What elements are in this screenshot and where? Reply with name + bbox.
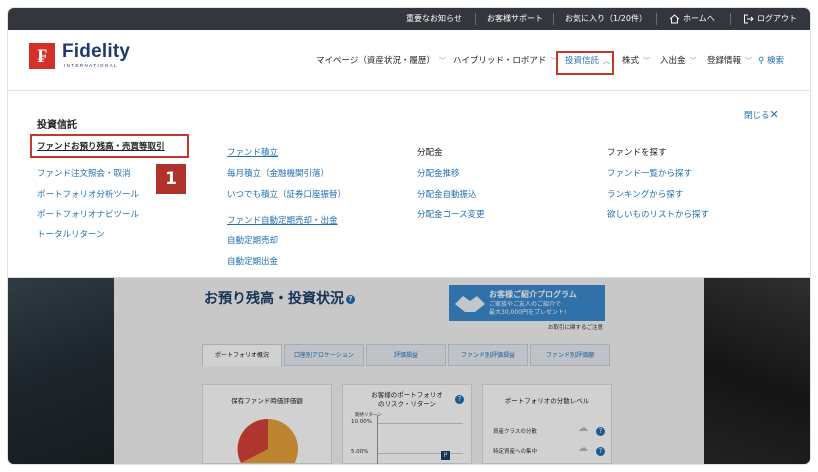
nav-hybrid-robo[interactable]: ハイブリッド・ロボアド ﹀ bbox=[453, 54, 557, 68]
nav-stocks[interactable]: 株式 ﹀ bbox=[622, 54, 650, 68]
favorites-link[interactable]: お気に入り（1/20件） bbox=[565, 8, 647, 30]
menu-link-distribution-transfer[interactable]: 分配金自動振込 bbox=[417, 188, 477, 200]
menu-link-total-return[interactable]: トータルリターン bbox=[37, 228, 105, 240]
menu-link-auto-withdraw[interactable]: 自動定期出金 bbox=[227, 255, 278, 267]
menu-link-ranking[interactable]: ランキングから探す bbox=[607, 188, 683, 200]
investment-trust-menu: 投資信託 閉じる✕ ファンドお預り残高・売買等取引 ファンド注文照会・取消 ポー… bbox=[8, 91, 810, 278]
logout-label: ログアウト bbox=[757, 14, 797, 23]
chevron-down-icon: ﹀ bbox=[689, 57, 697, 65]
search-icon: ⚲ bbox=[758, 56, 767, 66]
browser-frame: 重要なお知らせ お客様サポート お気に入り（1/20件） ホームへ ログアウト … bbox=[8, 8, 810, 464]
nav-label: 入出金 bbox=[660, 56, 686, 66]
home-label: ホームへ bbox=[683, 14, 715, 23]
chevron-down-icon: ﹀ bbox=[643, 57, 651, 65]
chevron-down-icon: ﹀ bbox=[438, 57, 446, 65]
dim-overlay[interactable] bbox=[8, 278, 810, 464]
important-notice-link[interactable]: 重要なお知らせ bbox=[406, 8, 462, 30]
nav-registration[interactable]: 登録情報 ﹀ bbox=[707, 54, 752, 68]
menu-link-order-inquiry[interactable]: ファンド注文照会・取消 bbox=[37, 167, 131, 179]
close-button[interactable]: 閉じる✕ bbox=[744, 108, 779, 121]
main-header: ₣ Fidelity INTERNATIONAL マイページ（資産状況・履歴） ﹀… bbox=[8, 30, 810, 91]
panel-title: 投資信託 bbox=[37, 120, 77, 131]
menu-link-monthly-accumulation[interactable]: 毎月積立（金融機関引落） bbox=[227, 167, 329, 179]
close-icon: ✕ bbox=[769, 108, 779, 121]
nav-label: 登録情報 bbox=[707, 56, 742, 66]
brand-sub: INTERNATIONAL bbox=[64, 63, 118, 68]
home-link[interactable]: ホームへ bbox=[669, 8, 715, 30]
chevron-down-icon: ﹀ bbox=[745, 57, 753, 65]
logout-icon bbox=[744, 14, 754, 23]
nav-deposit-withdraw[interactable]: 入出金 ﹀ bbox=[660, 54, 697, 68]
nav-label: マイページ（資産状況・履歴） bbox=[316, 56, 435, 66]
menu-head-distribution: 分配金 bbox=[417, 148, 443, 158]
menu-link-anytime-accumulation[interactable]: いつでも積立（証券口座振替） bbox=[227, 188, 346, 200]
nav-search[interactable]: ⚲ 検索 bbox=[758, 54, 784, 68]
active-nav-highlight bbox=[556, 51, 614, 75]
divider bbox=[553, 13, 554, 25]
menu-head-auto-sell-withdraw[interactable]: ファンド自動定期売却・出金 bbox=[227, 214, 338, 226]
divider bbox=[730, 13, 731, 25]
menu-link-distribution-history[interactable]: 分配金推移 bbox=[417, 167, 460, 179]
utility-bar: 重要なお知らせ お客様サポート お気に入り（1/20件） ホームへ ログアウト bbox=[8, 8, 810, 30]
menu-link-fund-list[interactable]: ファンド一覧から探す bbox=[607, 167, 692, 179]
menu-link-portfolio-analysis[interactable]: ポートフォリオ分析ツール bbox=[37, 188, 139, 200]
menu-head-fund-accumulation[interactable]: ファンド積立 bbox=[227, 146, 278, 158]
menu-link-wishlist[interactable]: 欲しいものリストから探す bbox=[607, 208, 709, 220]
nav-mypage[interactable]: マイページ（資産状況・履歴） ﹀ bbox=[316, 54, 446, 68]
divider bbox=[656, 13, 657, 25]
menu-link-distribution-course[interactable]: 分配金コース変更 bbox=[417, 208, 485, 220]
fidelity-logo-icon[interactable]: ₣ bbox=[29, 43, 55, 69]
customer-support-link[interactable]: お客様サポート bbox=[487, 8, 543, 30]
menu-link-portfolio-navi[interactable]: ポートフォリオナビツール bbox=[37, 208, 139, 220]
home-icon bbox=[669, 13, 680, 23]
step-badge: 1 bbox=[156, 164, 186, 194]
nav-label: 株式 bbox=[622, 56, 640, 66]
highlight-box bbox=[30, 134, 189, 158]
brand-name[interactable]: Fidelity bbox=[62, 41, 130, 63]
logout-link[interactable]: ログアウト bbox=[743, 8, 797, 30]
nav-label: ハイブリッド・ロボアド bbox=[453, 56, 547, 66]
menu-link-auto-sell[interactable]: 自動定期売却 bbox=[227, 234, 278, 246]
search-label: 検索 bbox=[766, 56, 784, 66]
close-label: 閉じる bbox=[744, 111, 770, 121]
menu-head-find-funds: ファンドを探す bbox=[607, 148, 667, 158]
divider bbox=[475, 13, 476, 25]
